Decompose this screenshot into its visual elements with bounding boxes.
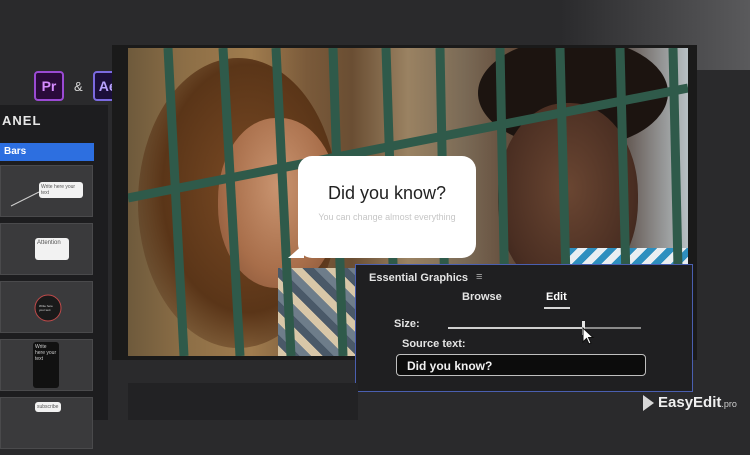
template-list: Write here your text Attention Write her… [0,165,95,455]
source-text-input[interactable]: Did you know? [396,354,646,376]
template-preview-text: subscribe [35,402,61,412]
size-slider-fill [448,327,584,329]
size-slider[interactable] [448,321,641,335]
template-thumbnail[interactable]: Write here your text [0,339,93,391]
callout-tail [288,244,304,258]
app-logos: Pr & Ae [34,71,123,101]
template-preview-text: Write here your text [39,304,53,312]
premiere-pro-logo: Pr [34,71,64,101]
hamburger-icon[interactable]: ≡ [476,271,482,283]
connector-line-icon [10,191,40,207]
size-label: Size: [394,318,420,330]
easyedit-watermark: EasyEdit.pro [643,394,737,411]
watermark-suffix: .pro [721,399,737,409]
play-icon [643,394,654,411]
essential-graphics-panel: Essential Graphics ≡ Browse Edit Size: S… [355,264,693,392]
template-thumbnail[interactable]: subscribe [0,397,93,449]
callout-subtitle: You can change almost everything [318,212,456,222]
callout-title: Did you know? [327,183,447,203]
panel-title: ANEL [2,113,42,128]
mouse-pointer-icon [582,327,595,345]
watermark-text: EasyEdit.pro [658,394,737,411]
timeline-strip [128,383,358,420]
template-preview-text: Write here your text [33,342,59,388]
source-text-label: Source text: [402,338,466,350]
template-preview-text: Attention [35,238,69,260]
template-thumbnail[interactable]: Write here your text [0,165,93,217]
templates-panel: ANEL Bars Write here your text Attention… [0,105,108,449]
tab-bars[interactable]: Bars [0,143,94,161]
watermark-brand: EasyEdit [658,394,722,411]
template-thumbnail[interactable]: Write here your text [0,281,93,333]
active-tab-indicator [544,307,570,309]
did-you-know-callout[interactable]: Did you know? You can change almost ever… [288,156,476,258]
ampersand: & [74,78,83,94]
panel-title: Essential Graphics [369,272,469,284]
tab-edit[interactable]: Edit [546,291,567,303]
tab-browse[interactable]: Browse [462,291,502,303]
template-thumbnail[interactable]: Attention [0,223,93,275]
